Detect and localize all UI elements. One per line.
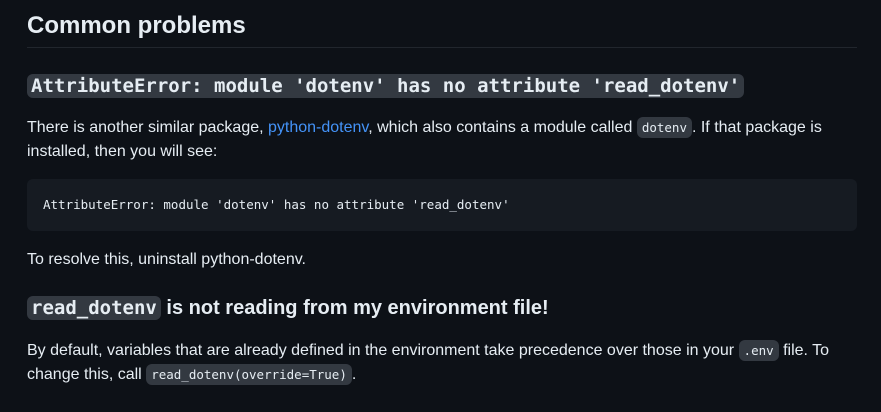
problem-2-heading-text: is not reading from my environment file! — [160, 297, 549, 319]
problem-1-text-1: There is another similar package, — [27, 119, 268, 136]
env-file-inline-code: .env — [738, 340, 779, 361]
read-dotenv-override-inline-code: read_dotenv(override=True) — [146, 364, 352, 385]
problem-2-heading: read_dotenv is not reading from my envir… — [27, 294, 549, 322]
problem-2-description: By default, variables that are already d… — [27, 339, 857, 387]
problem-1-heading: AttributeError: module 'dotenv' has no a… — [27, 72, 745, 100]
dotenv-inline-code: dotenv — [636, 117, 692, 138]
problem-1-text-2: , which also contains a module called — [368, 119, 637, 136]
section-title: Common problems — [27, 10, 857, 48]
error-code-block: AttributeError: module 'dotenv' has no a… — [27, 179, 857, 231]
problem-2-heading-code: read_dotenv — [27, 296, 161, 320]
problem-1-description: There is another similar package, python… — [27, 116, 857, 164]
python-dotenv-link[interactable]: python-dotenv — [268, 119, 368, 136]
problem-1-resolution: To resolve this, uninstall python-dotenv… — [27, 251, 306, 268]
problem-2-text-3: . — [351, 366, 357, 383]
error-code-text: AttributeError: module 'dotenv' has no a… — [43, 197, 510, 212]
readme-content: Common problems AttributeError: module '… — [0, 0, 881, 412]
problem-2-text-1: By default, variables that are already d… — [27, 342, 739, 359]
problem-1-heading-code: AttributeError: module 'dotenv' has no a… — [27, 74, 745, 98]
